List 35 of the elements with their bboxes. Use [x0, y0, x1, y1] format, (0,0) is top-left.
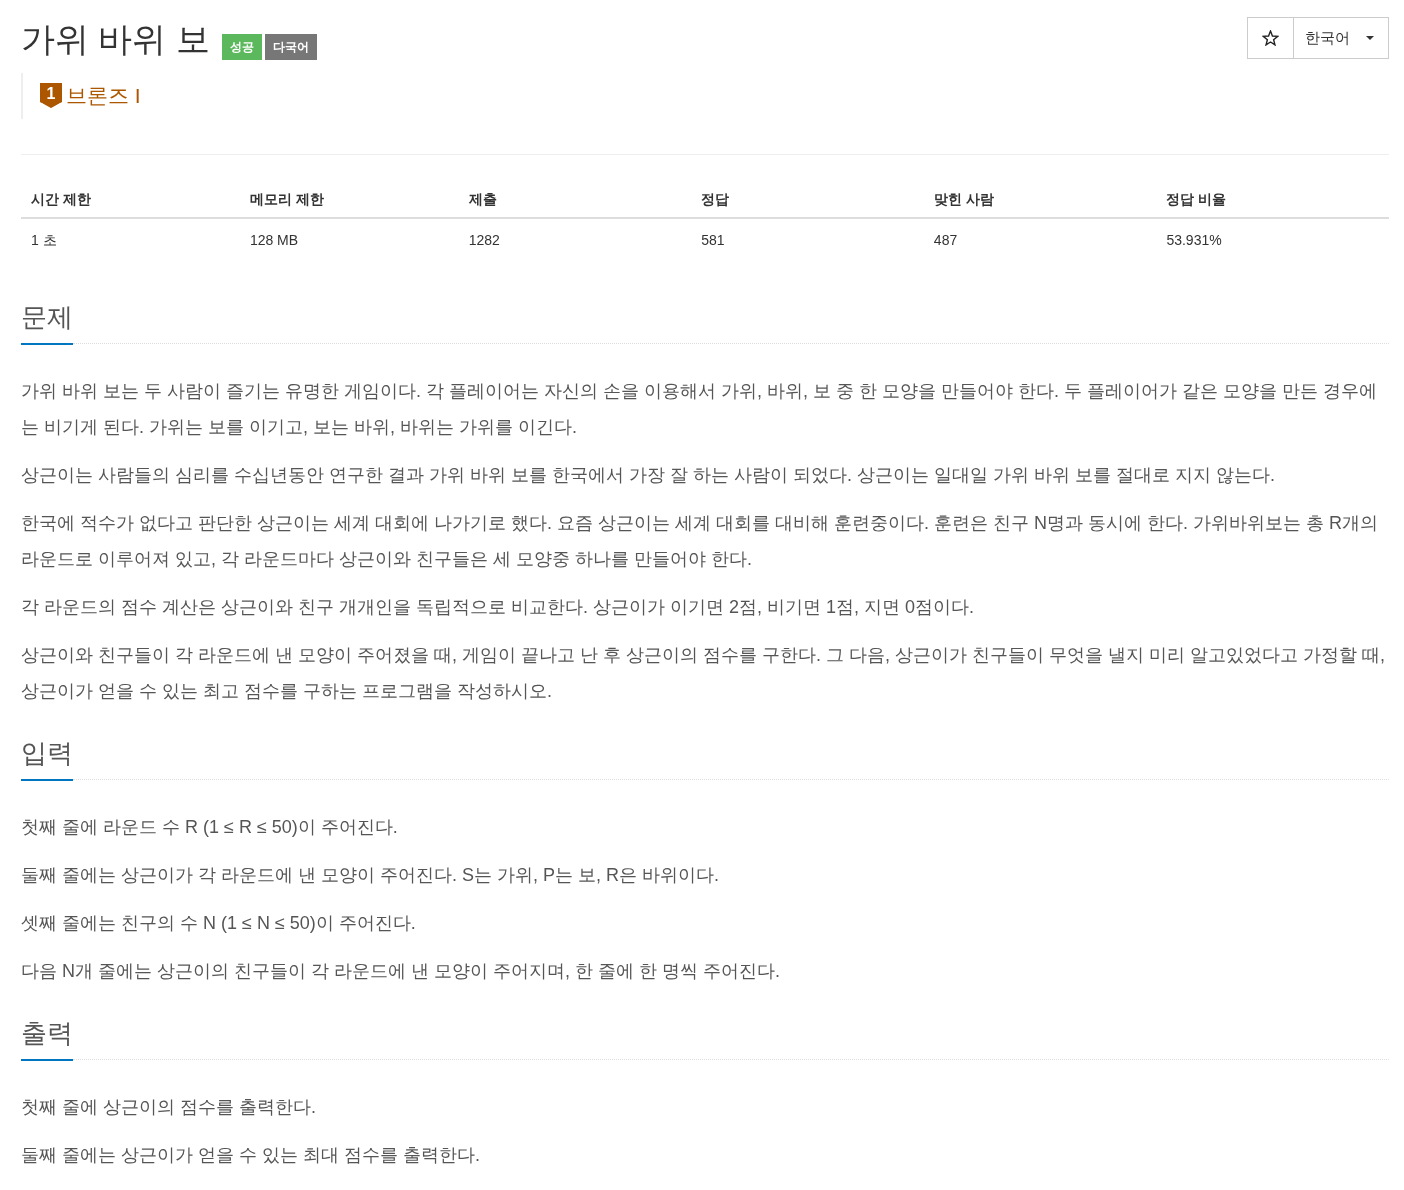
section-heading: 출력: [21, 1017, 73, 1061]
caret-icon: [1366, 36, 1374, 40]
table-cell: 581: [691, 218, 924, 261]
paragraph: 둘째 줄에는 상근이가 얻을 수 있는 최대 점수를 출력한다.: [21, 1144, 481, 1167]
language-dropdown[interactable]: 한국어: [1294, 17, 1389, 59]
paragraph: 셋째 줄에는 친구의 수 N (1 ≤ N ≤ 50)이 주어진다.: [21, 912, 417, 935]
paragraph: 다음 N개 줄에는 상근이의 친구들이 각 라운드에 낸 모양이 주어지며, 한 줄에 한 명씩 주어진다.: [21, 960, 781, 983]
status-badge: 성공: [221, 34, 262, 60]
column-header: 맞힌 사람: [923, 181, 1157, 218]
tier-link[interactable]: 브론즈 I: [66, 83, 141, 109]
paragraph: 각 라운드의 점수 계산은 상근이와 친구 개개인을 독립적으로 비교한다. 상근이가 이기면 2점, 비기면 1점, 지면 0점이다.: [21, 596, 976, 619]
table-cell: 53.931%: [1156, 218, 1389, 261]
paragraph: 첫째 줄에 라운드 수 R (1 ≤ R ≤ 50)이 주어진다.: [21, 816, 399, 839]
problem-title: 가위 바위 보: [21, 19, 210, 60]
column-header: 메모리 제한: [239, 181, 459, 218]
paragraph: 둘째 줄에는 상근이가 각 라운드에 낸 모양이 주어진다. S는 가위, P는 보, R은 바위이다.: [21, 864, 721, 887]
table-cell: 487: [923, 218, 1157, 261]
paragraph: 상근이와 친구들이 각 라운드에 낸 모양이 주어졌을 때, 게임이 끝나고 난 후 상근이의 점수를 구한다. 그 다음, 상근이가 친구들이 무엇을 낼지 미리 알고있었다고 가정할 때, 상근이가 얻을 수 있는 최고 점수를 구하는 프로그램을 작성하시오.: [21, 644, 1387, 703]
column-header: 시간 제한: [21, 181, 240, 218]
table-cell: 1282: [458, 218, 692, 261]
table-cell: 128 MB: [239, 218, 459, 261]
column-header: 정답 비율: [1156, 181, 1389, 218]
star-icon: [1262, 30, 1279, 46]
paragraph: 가위 바위 보는 두 사람이 즐기는 유명한 게임이다. 각 플레이어는 자신의 손을 이용해서 가위, 바위, 보 중 한 모양을 만들어야 한다. 두 플레이어가 같은 모양을 만든 경우에는 비기게 된다. 가위는 보를 이기고, 보는 바위, 바위는 가위를 이긴다.: [21, 380, 1379, 439]
section-heading: 입력: [21, 737, 73, 781]
column-header: 정답: [691, 181, 924, 218]
column-header: 제출: [458, 181, 692, 218]
status-badge: 다국어: [264, 34, 317, 60]
favorite-button[interactable]: [1247, 17, 1294, 59]
paragraph: 첫째 줄에 상근이의 점수를 출력한다.: [21, 1096, 317, 1119]
paragraph: 한국에 적수가 없다고 판단한 상근이는 세계 대회에 나가기로 했다. 요즘 상근이는 세계 대회를 대비해 훈련중이다. 훈련은 친구 N명과 동시에 한다. 가위바위보는 총 R개의 라운드로 이루어져 있고, 각 라운드마다 상근이와 친구들은 세 모양중 하나를 만들어야 한다.: [21, 512, 1380, 571]
section-heading: 문제: [21, 301, 73, 345]
tier-badge-icon: 1: [40, 83, 62, 109]
table-cell: 1 초: [21, 218, 240, 261]
paragraph: 상근이는 사람들의 심리를 수십년동안 연구한 결과 가위 바위 보를 한국에서 가장 잘 하는 사람이 되었다. 상근이는 일대일 가위 바위 보를 절대로 지지 않는다.: [21, 464, 1277, 487]
